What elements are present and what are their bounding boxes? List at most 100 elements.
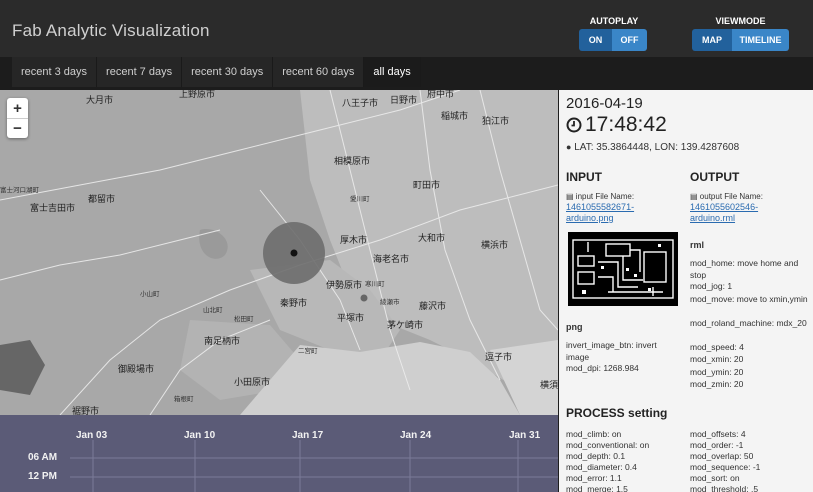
place-label: 裾野市 (72, 406, 100, 415)
app-window: Fab Analytic Visualization AUTOPLAY ON O… (0, 0, 813, 492)
place-label: 御殿場市 (118, 364, 155, 374)
process-param: mod_order: -1 (690, 440, 744, 450)
timeline-date-label: Jan 10 (184, 430, 216, 441)
output-file-label-text: output File Name: (699, 192, 763, 201)
place-label: 茅ケ崎市 (387, 320, 424, 330)
output-heading: OUTPUT (690, 170, 740, 184)
process-param: mod_offsets: 4 (690, 429, 746, 439)
autoplay-off-button[interactable]: OFF (612, 29, 647, 51)
tab-recent-3-days[interactable]: recent 3 days (12, 57, 98, 87)
process-heading: PROCESS setting (566, 406, 668, 420)
process-param: mod_overlap: 50 (690, 451, 754, 461)
place-label: 平塚市 (337, 313, 365, 323)
place-label: 海老名市 (373, 254, 410, 264)
place-label: 富士吉田市 (30, 203, 76, 213)
map-view[interactable]: + − 大月市 上野原市 八王子市 日野市 府中市 稲城市 狛江市 相模原市 町… (0, 90, 558, 415)
input-image-preview (568, 232, 678, 306)
output-param: mod_move: move to xmin,ymin (690, 294, 808, 304)
record-time-text: 17:48:42 (585, 113, 667, 136)
header-bar: Fab Analytic Visualization AUTOPLAY ON O… (0, 0, 813, 57)
output-param: mod_roland_machine: mdx_20 (690, 318, 807, 328)
tab-recent-60-days[interactable]: recent 60 days (273, 57, 365, 87)
tab-all-days[interactable]: all days (364, 57, 421, 87)
place-label: 都留市 (88, 194, 116, 204)
input-param: invert_image_btn: invert image (566, 340, 657, 362)
output-param: mod_zmin: 20 (690, 379, 744, 389)
place-label: 藤沢市 (419, 301, 447, 311)
place-label: 小山町 (140, 291, 160, 298)
clock-icon (566, 117, 582, 133)
input-file-label: ▤ input File Name: (566, 192, 634, 201)
place-label: 小田原市 (234, 377, 271, 387)
input-param: mod_dpi: 1268.984 (566, 363, 639, 373)
place-label: 町田市 (413, 180, 441, 190)
place-label: 稲城市 (441, 111, 469, 121)
output-type: rml (690, 240, 705, 250)
output-param: mod_ymin: 20 (690, 367, 744, 377)
place-label: 大月市 (86, 95, 114, 105)
place-label: 八王子市 (342, 98, 379, 108)
viewmode-map-button[interactable]: MAP (692, 29, 732, 51)
viewmode-timeline-button[interactable]: TIMELINE (732, 29, 789, 51)
process-param: mod_climb: on (566, 429, 622, 439)
location-pin-icon: ● (566, 142, 572, 152)
input-file-label-text: input File Name: (575, 192, 635, 201)
input-file-link[interactable]: 1461055582671-arduino.png (566, 202, 676, 224)
input-type: png (566, 322, 583, 332)
autoplay-on-button[interactable]: ON (579, 29, 612, 51)
process-param: mod_sequence: -1 (690, 462, 761, 472)
place-label: 上野原市 (179, 90, 216, 99)
data-point (290, 249, 298, 257)
process-param: mod_diameter: 0.4 (566, 462, 637, 472)
place-label: 箱根町 (174, 396, 194, 403)
timeline-view[interactable]: Jan 03 Jan 10 Jan 17 Jan 24 Jan 31 06 AM… (0, 415, 558, 492)
timeline-grid (70, 440, 558, 492)
place-label: 寒川町 (365, 281, 385, 288)
place-label: 府中市 (427, 90, 455, 99)
timeline-time-label: 12 PM (28, 471, 57, 482)
output-param: mod_home: move home and stop (690, 258, 799, 280)
viewmode-label: VIEWMODE (715, 16, 766, 26)
place-label: 横浜市 (481, 240, 509, 250)
output-file-label: ▤ output File Name: (690, 192, 763, 201)
place-label: 南足柄市 (204, 336, 241, 346)
timeline-date-label: Jan 17 (292, 430, 324, 441)
file-icon: ▤ (690, 192, 698, 201)
record-date: 2016-04-19 (566, 95, 643, 112)
range-tabs: recent 3 days recent 7 days recent 30 da… (12, 57, 421, 87)
autoplay-label: AUTOPLAY (589, 16, 639, 26)
zoom-control: + − (7, 98, 28, 138)
place-label: 山北町 (203, 307, 223, 314)
process-param: mod_sort: on (690, 473, 740, 483)
place-label: 狛江市 (482, 116, 510, 126)
record-location: ● LAT: 35.3864448, LON: 139.4287608 (566, 142, 739, 153)
file-icon: ▤ (566, 192, 574, 201)
process-param: mod_conventional: on (566, 440, 650, 450)
place-label: 富士河口湖町 (0, 187, 39, 194)
output-param: mod_xmin: 20 (690, 354, 744, 364)
place-label: 秦野市 (280, 298, 308, 308)
timeline-date-label: Jan 03 (76, 430, 108, 441)
timeline-time-label: 06 AM (28, 452, 58, 463)
place-label: 大和市 (418, 233, 446, 243)
record-time: 17:48:42 (566, 113, 667, 137)
output-param: mod_speed: 4 (690, 342, 744, 352)
zoom-out-button[interactable]: − (7, 118, 28, 138)
output-file-link[interactable]: 1461055602546-arduino.rml (690, 202, 800, 224)
viewmode-toggle: MAP TIMELINE (692, 29, 789, 51)
place-label: 松田町 (234, 316, 254, 323)
map-terrain (0, 90, 558, 415)
zoom-in-button[interactable]: + (7, 98, 28, 118)
timeline-date-label: Jan 24 (400, 430, 432, 441)
place-label: 横須賀 (540, 380, 558, 390)
input-heading: INPUT (566, 170, 602, 184)
detail-panel: 2016-04-19 17:48:42 ● LAT: 35.3864448, L… (559, 90, 813, 492)
tab-recent-30-days[interactable]: recent 30 days (182, 57, 274, 87)
place-label: 二宮町 (298, 348, 318, 355)
autoplay-toggle: ON OFF (579, 29, 647, 51)
process-param: mod_depth: 0.1 (566, 451, 626, 461)
place-label: 逗子市 (485, 352, 513, 362)
tab-recent-7-days[interactable]: recent 7 days (97, 57, 183, 87)
data-point (360, 294, 368, 302)
process-param: mod_error: 1.1 (566, 473, 622, 483)
